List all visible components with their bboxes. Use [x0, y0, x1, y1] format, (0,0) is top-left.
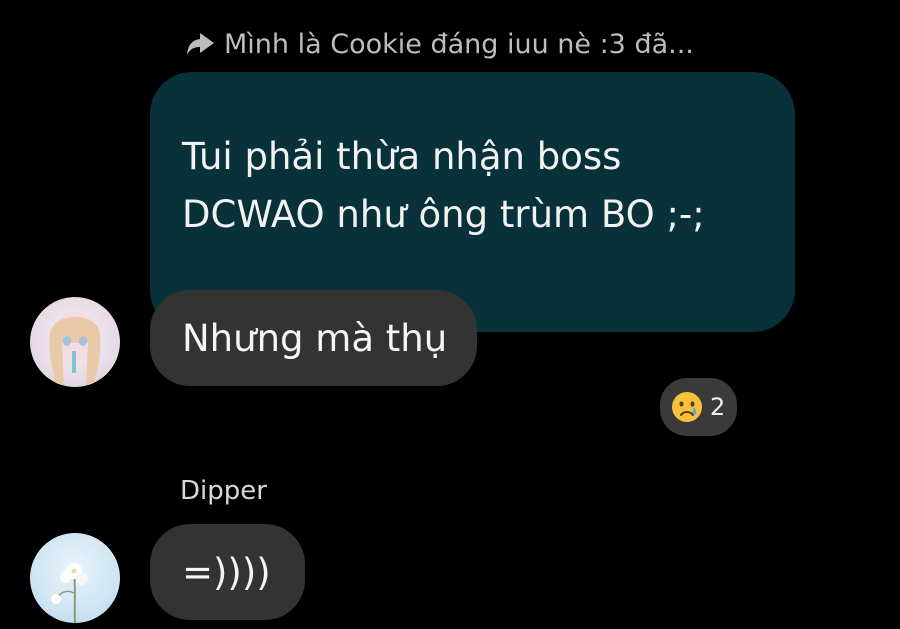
quoted-message-line-1: Tui phải thừa nhận boss [182, 135, 622, 178]
message-text: =)))) [182, 550, 271, 594]
avatar[interactable] [30, 297, 120, 387]
reply-indicator[interactable]: Mình là Cookie đáng iuu nè :3 đã... [186, 24, 694, 64]
sender-name: Dipper [180, 476, 267, 506]
message-bubble[interactable]: Nhưng mà thụ [150, 290, 478, 386]
avatar[interactable] [30, 533, 120, 623]
reply-arrow-icon [186, 31, 216, 57]
reaction-badge[interactable]: 2 [657, 375, 741, 439]
reply-preview-text: Mình là Cookie đáng iuu nè :3 đã... [224, 28, 694, 60]
reaction-count: 2 [710, 393, 726, 421]
message-bubble[interactable]: =)))) [150, 524, 305, 620]
chat-screen: Mình là Cookie đáng iuu nè :3 đã... Tui … [0, 0, 900, 629]
quoted-message-line-2: DCWAO như ông trùm BO ;-; [182, 193, 705, 236]
message-text: Nhưng mà thụ [182, 316, 448, 360]
crying-face-icon [670, 390, 704, 424]
